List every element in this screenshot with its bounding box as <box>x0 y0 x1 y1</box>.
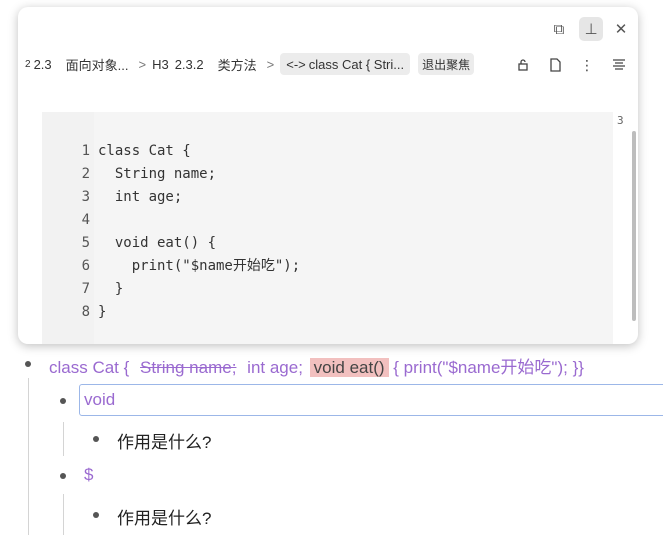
editor-text: void <box>84 390 116 409</box>
breadcrumb-item-subheading[interactable]: H3 2.3.2 类方法 <box>152 53 257 75</box>
code-block-icon: <-> <box>286 56 306 72</box>
code-text: } <box>98 281 124 297</box>
unlock-icon[interactable] <box>513 55 533 75</box>
list-bullet[interactable] <box>60 473 66 479</box>
line-number: 8 <box>81 304 90 320</box>
reference-text: { print("$name开始吃"); }} <box>393 358 584 377</box>
more-icon[interactable]: ⋮ <box>577 55 597 75</box>
line-number: 2 <box>81 166 90 182</box>
heading-title: 类方法 <box>217 57 257 73</box>
side-line-number: 3 <box>617 114 624 127</box>
heading-level-label: 2 <box>25 58 31 70</box>
heading-title: 面向对象... <box>65 57 129 73</box>
code-text: String name; <box>98 166 217 182</box>
line-number: 5 <box>81 235 90 251</box>
close-icon[interactable]: ✕ <box>609 17 633 41</box>
reference-text: int age; <box>247 358 303 377</box>
outline-tree: class Cat { String name; int age; void e… <box>0 344 663 535</box>
line-number: 7 <box>81 281 90 297</box>
list-item[interactable]: 作用是什么? <box>117 504 211 529</box>
list-bullet[interactable] <box>25 361 31 367</box>
list-item[interactable]: $ <box>84 465 93 485</box>
chevron-right-icon: > <box>266 56 275 72</box>
file-icon[interactable] <box>545 55 565 75</box>
code-block[interactable]: 1 class Cat { 2 String name; 3 int age; 4… <box>42 112 613 344</box>
list-bullet[interactable] <box>60 398 66 404</box>
code-text: void eat() { <box>98 235 217 251</box>
line-number: 1 <box>81 143 90 159</box>
list-bullet[interactable] <box>93 436 99 442</box>
align-icon[interactable] <box>609 55 629 75</box>
guide-line <box>63 494 64 535</box>
struck-text: String name; <box>140 358 237 377</box>
code-text: print("$name开始吃"); <box>98 258 301 274</box>
external-link-icon[interactable]: ⧉ <box>547 17 571 41</box>
breadcrumb-item-heading[interactable]: 2 2.3 面向对象... <box>25 53 128 75</box>
guide-line <box>28 378 29 535</box>
reference-text: class Cat { <box>49 358 130 377</box>
block-reference-row[interactable]: class Cat { String name; int age; void e… <box>49 353 584 378</box>
heading-number: 2.3.2 <box>174 56 204 72</box>
code-text: class Cat { <box>98 143 191 159</box>
scrollbar[interactable] <box>632 131 636 321</box>
list-bullet[interactable] <box>93 512 99 518</box>
exit-focus-button[interactable]: 退出聚焦 <box>418 53 475 75</box>
guide-line <box>63 422 64 456</box>
chevron-right-icon: > <box>138 56 147 72</box>
block-preview-popup: ⧉ ⊥ ✕ 2 2.3 面向对象... > H3 2.3.2 类方法 > <->… <box>18 7 638 344</box>
popup-header: ⧉ ⊥ ✕ <box>18 7 638 49</box>
line-number: 3 <box>81 189 90 205</box>
pin-icon[interactable]: ⊥ <box>579 17 603 41</box>
block-editor-input[interactable]: void <box>79 384 663 416</box>
code-text: } <box>98 304 107 320</box>
list-item[interactable]: 作用是什么? <box>117 428 211 453</box>
line-number: 4 <box>81 212 90 228</box>
code-text: int age; <box>98 189 183 205</box>
highlighted-text: void eat() <box>309 358 389 377</box>
heading-number: 2.3 <box>33 56 52 72</box>
code-block-title: class Cat { Stri... <box>308 56 405 72</box>
heading-level-label: H3 <box>152 56 169 72</box>
line-number: 6 <box>81 258 90 274</box>
breadcrumb-item-code-block[interactable]: <-> class Cat { Stri... <box>280 53 411 75</box>
